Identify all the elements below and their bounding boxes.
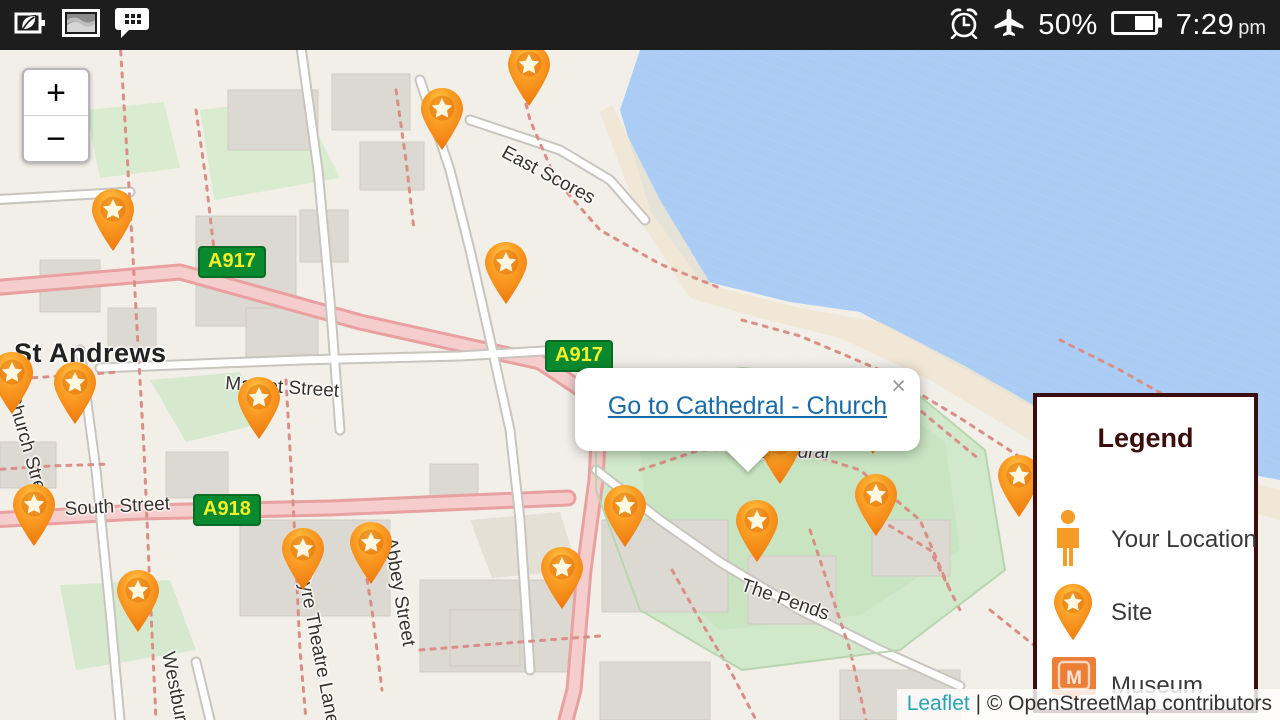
map-marker-site[interactable] xyxy=(89,187,137,253)
map-viewport[interactable]: + − St Andrews East Scores Market Street So… xyxy=(0,50,1280,720)
map-marker-site[interactable] xyxy=(852,472,900,538)
status-bar-right-icons: 50% 7:29 pm xyxy=(948,7,1280,44)
map-popup[interactable]: × Go to Cathedral - Church xyxy=(575,368,920,451)
alarm-clock-icon xyxy=(948,7,980,44)
svg-text:M: M xyxy=(1066,668,1082,689)
picture-icon xyxy=(62,8,100,42)
person-icon xyxy=(1051,509,1111,571)
popup-link[interactable]: Go to Cathedral - Church xyxy=(575,392,920,421)
battery-percent-label: 50% xyxy=(1038,8,1098,41)
legend-label-your-location: Your Location xyxy=(1111,526,1257,553)
road-shield: A918 xyxy=(193,494,261,526)
map-marker-site[interactable] xyxy=(235,375,283,441)
osm-attribution-text: © OpenStreetMap contributors xyxy=(986,692,1272,715)
map-marker-site[interactable] xyxy=(601,483,649,549)
status-bar-left-icons xyxy=(0,7,150,44)
zoom-control[interactable]: + − xyxy=(22,68,90,163)
clock-meridiem: pm xyxy=(1238,16,1266,39)
map-marker-site[interactable] xyxy=(418,86,466,152)
road-shield: A917 xyxy=(198,246,266,278)
map-marker-site[interactable] xyxy=(505,50,553,108)
battery-icon xyxy=(1110,9,1163,42)
map-marker-site[interactable] xyxy=(733,498,781,564)
map-pin-icon xyxy=(1051,582,1111,644)
legend-item-your-location: Your Location xyxy=(1051,509,1257,571)
map-marker-site[interactable] xyxy=(347,520,395,586)
map-marker-site[interactable] xyxy=(482,240,530,306)
map-marker-site[interactable] xyxy=(10,482,58,548)
attribution-bar: Leaflet | © OpenStreetMap contributors xyxy=(896,689,1280,720)
bbm-chat-icon xyxy=(114,7,150,44)
popup-tip xyxy=(724,448,772,472)
status-bar: 50% 7:29 pm xyxy=(0,0,1280,50)
legend-panel: Legend Your Location Site M Museum xyxy=(1033,393,1258,713)
clock: 7:29 pm xyxy=(1176,9,1266,42)
map-marker-site[interactable] xyxy=(0,350,36,416)
legend-label-site: Site xyxy=(1111,599,1153,626)
map-marker-site[interactable] xyxy=(114,568,162,634)
zoom-in-button[interactable]: + xyxy=(24,70,88,116)
attribution-separator: | xyxy=(969,692,987,715)
zoom-out-button[interactable]: − xyxy=(24,116,88,161)
map-marker-site[interactable] xyxy=(538,545,586,611)
map-marker-site[interactable] xyxy=(279,526,327,592)
app-screen: 50% 7:29 pm + − St Andrews East Scores M… xyxy=(0,0,1280,720)
legend-item-site: Site xyxy=(1051,582,1250,644)
map-marker-site[interactable] xyxy=(51,360,99,426)
battery-saver-icon xyxy=(14,10,48,41)
airplane-mode-icon xyxy=(993,8,1025,43)
clock-time: 7:29 xyxy=(1175,8,1235,41)
leaflet-link[interactable]: Leaflet xyxy=(907,692,970,715)
legend-title: Legend xyxy=(1097,423,1194,453)
